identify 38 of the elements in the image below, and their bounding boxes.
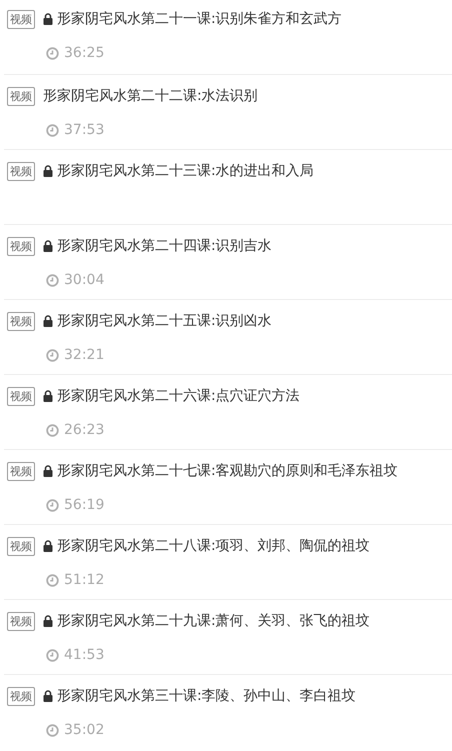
- duration: 51:12: [64, 572, 104, 588]
- duration: 35:02: [64, 722, 104, 738]
- lesson-title[interactable]: 形家阴宅风水第二十六课:点穴证穴方法: [57, 387, 300, 405]
- video-tag: 视频: [7, 462, 35, 480]
- lesson-title[interactable]: 形家阴宅风水第二十一课:识别朱雀方和玄武方: [57, 10, 342, 28]
- video-tag: 视频: [7, 10, 35, 28]
- video-tag: 视频: [7, 536, 35, 556]
- duration: 37:53: [64, 122, 104, 138]
- video-tag: 视频: [7, 236, 35, 256]
- duration: 56:19: [64, 497, 104, 513]
- lesson-title[interactable]: 形家阴宅风水第二十四课:识别吉水: [57, 237, 272, 255]
- lesson-title[interactable]: 形家阴宅风水第二十九课:萧何、关羽、张飞的祖坟: [57, 612, 370, 630]
- lesson-title[interactable]: 形家阴宅风水第二十二课:水法识别: [43, 87, 258, 105]
- lesson-title[interactable]: 形家阴宅风水第三十课:李陵、孙中山、李白祖坟: [57, 687, 356, 705]
- lesson-title[interactable]: 形家阴宅风水第二十五课:识别凶水: [57, 312, 272, 330]
- clock-icon: [46, 46, 59, 60]
- clock-icon: [46, 498, 59, 512]
- clock-icon: [46, 124, 59, 136]
- duration: 41:53: [64, 647, 104, 663]
- video-tag: 视频: [7, 612, 35, 630]
- clock-icon: [46, 274, 59, 286]
- lesson-title[interactable]: 形家阴宅风水第二十三课:水的进出和入局: [57, 162, 314, 180]
- duration: 30:04: [64, 272, 104, 288]
- lesson-title[interactable]: 形家阴宅风水第二十八课:项羽、刘邦、陶侃的祖坟: [57, 537, 370, 555]
- clock-icon: [46, 424, 59, 436]
- duration: 26:23: [64, 422, 104, 438]
- lesson-title[interactable]: 形家阴宅风水第二十七课:客观勘穴的原则和毛泽东祖坟: [57, 462, 398, 480]
- clock-icon: [46, 348, 59, 362]
- video-tag: 视频: [7, 312, 35, 330]
- duration: 36:25: [64, 45, 104, 61]
- video-tag: 视频: [7, 86, 35, 106]
- video-tag: 视频: [7, 386, 35, 406]
- video-tag: 视频: [7, 686, 35, 706]
- duration: 32:21: [64, 347, 104, 363]
- clock-icon: [46, 648, 59, 662]
- clock-icon: [46, 724, 59, 736]
- video-tag: 视频: [7, 162, 35, 180]
- clock-icon: [46, 574, 59, 586]
